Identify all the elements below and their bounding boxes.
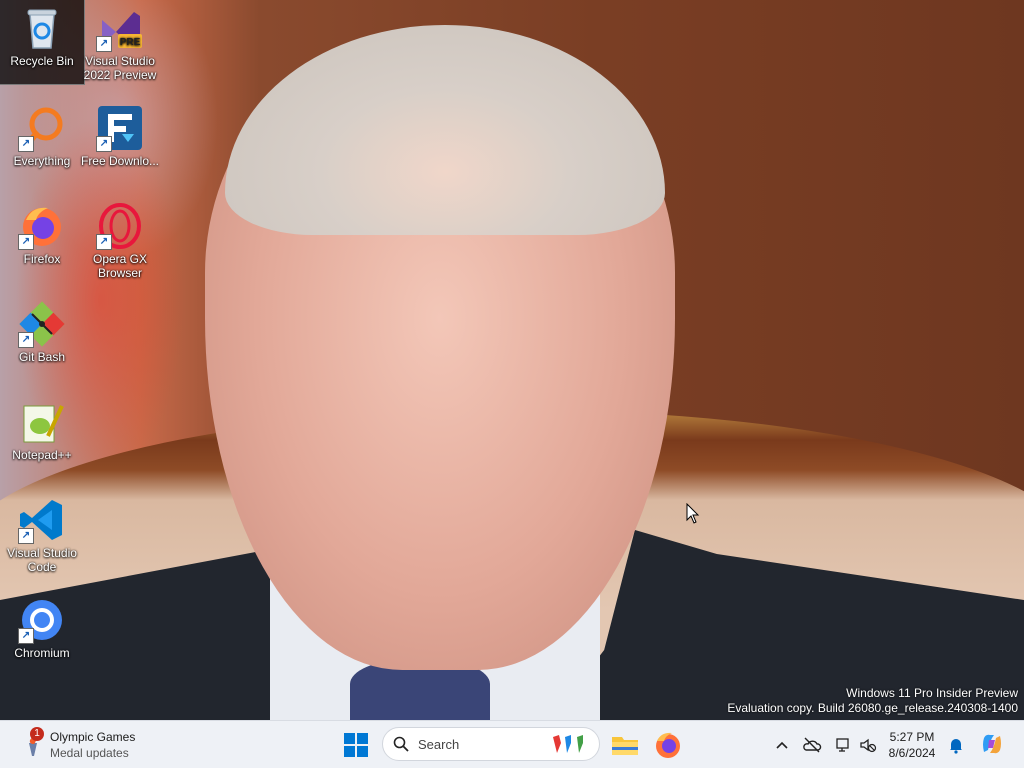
vscode-icon: ↗ [18, 496, 66, 544]
firefox-icon: ↗ [18, 202, 66, 250]
preview-badge-text: PRE [120, 37, 141, 48]
icon-label: Notepad++ [12, 448, 72, 462]
desktop-icon-free-download-manager[interactable]: ↗ Free Downlo... [78, 100, 162, 168]
icon-label: Visual Studio Code [7, 546, 77, 574]
widgets-button[interactable]: 1 Olympic Games Medal updates [14, 727, 154, 763]
desktop-icon-firefox[interactable]: ↗ Firefox [0, 198, 84, 266]
shortcut-arrow-icon: ↗ [96, 136, 112, 152]
firefox-icon [656, 732, 680, 758]
shortcut-arrow-icon: ↗ [96, 36, 112, 52]
copilot-icon[interactable] [980, 732, 1004, 756]
search-placeholder: Search [418, 737, 460, 752]
watermark-build: Evaluation copy. Build 26080.ge_release.… [727, 701, 1018, 715]
free-download-manager-icon: ↗ [96, 104, 144, 152]
desktop-icon-chromium[interactable]: ↗ Chromium [0, 592, 84, 660]
desktop-icon-everything[interactable]: ↗ Everything [0, 100, 84, 168]
onedrive-offline-icon[interactable] [802, 735, 822, 755]
search-highlight-torches-icon [549, 733, 589, 755]
icon-label: Recycle Bin [10, 54, 74, 68]
shortcut-arrow-icon: ↗ [18, 332, 34, 348]
taskbar-search-box[interactable]: Search [382, 727, 600, 761]
taskbar-clock[interactable]: 5:27 PM 8/6/2024 [884, 729, 940, 761]
visual-studio-preview-icon: PRE ↗ [96, 4, 144, 52]
icon-label: Free Downlo... [80, 154, 160, 168]
desktop-icon-visual-studio-preview[interactable]: PRE ↗ Visual Studio 2022 Preview [78, 0, 162, 82]
clock-date: 8/6/2024 [888, 746, 936, 760]
icon-label: Git Bash [18, 350, 66, 364]
icon-label: Opera GX Browser [92, 252, 148, 280]
recycle-bin-icon [18, 4, 66, 52]
shortcut-arrow-icon: ↗ [18, 528, 34, 544]
desktop-icon-vscode[interactable]: ↗ Visual Studio Code [0, 492, 84, 574]
folder-icon [612, 737, 638, 755]
everything-search-icon: ↗ [18, 104, 66, 152]
clock-time: 5:27 PM [889, 730, 935, 744]
widget-subtitle: Medal updates [50, 746, 129, 760]
watermark-edition: Windows 11 Pro Insider Preview [846, 686, 1018, 700]
firefox-taskbar-button[interactable] [652, 729, 684, 761]
icon-label: Firefox [23, 252, 61, 266]
shortcut-arrow-icon: ↗ [18, 234, 34, 250]
opera-gx-icon: ↗ [96, 202, 144, 250]
chromium-icon: ↗ [18, 596, 66, 644]
mouse-cursor-icon [686, 502, 700, 530]
icon-label: Everything [13, 154, 71, 168]
git-bash-icon: ↗ [18, 300, 66, 348]
notification-bell-icon[interactable] [946, 735, 966, 755]
windows-logo-icon [344, 733, 368, 757]
shortcut-arrow-icon: ↗ [18, 628, 34, 644]
icon-label: Visual Studio 2022 Preview [83, 54, 157, 82]
icon-label: Chromium [14, 646, 70, 660]
show-hidden-icons-chevron-up-icon[interactable] [772, 735, 792, 755]
windows-evaluation-watermark: Windows 11 Pro Insider Preview Evaluatio… [727, 686, 1018, 716]
widget-title: Olympic Games [50, 730, 136, 744]
desktop-icon-opera-gx[interactable]: ↗ Opera GX Browser [78, 198, 162, 280]
taskbar: 1 Olympic Games Medal updates Search 5:2… [0, 720, 1024, 768]
desktop-icon-recycle-bin[interactable]: Recycle Bin [0, 0, 85, 85]
file-explorer-button[interactable] [609, 729, 641, 761]
notification-count-badge: 1 [30, 727, 44, 741]
shortcut-arrow-icon: ↗ [18, 136, 34, 152]
volume-muted-icon[interactable] [858, 735, 878, 755]
start-button[interactable] [340, 729, 372, 761]
shortcut-arrow-icon: ↗ [96, 234, 112, 250]
network-icon[interactable] [834, 735, 854, 755]
desktop-icon-notepad-plus-plus[interactable]: Notepad++ [0, 394, 84, 462]
notepad-plus-plus-icon [18, 398, 66, 446]
desktop-icon-git-bash[interactable]: ↗ Git Bash [0, 296, 84, 364]
wallpaper-portrait-hair [225, 25, 665, 235]
search-icon [393, 736, 409, 752]
